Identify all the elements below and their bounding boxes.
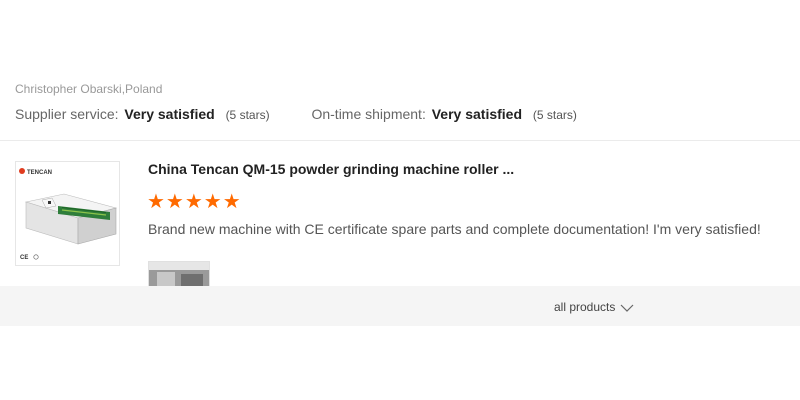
brand-logo-text: TENCAN: [27, 170, 52, 176]
star-rating: ★★★★★: [147, 191, 242, 213]
product-title-link[interactable]: China Tencan QM-15 powder grinding machi…: [148, 161, 514, 177]
supplier-service-rating: Supplier service: Very satisfied (5 star…: [15, 106, 270, 122]
chevron-down-icon: [620, 304, 634, 312]
on-time-shipment-rating: On-time shipment: Very satisfied (5 star…: [311, 106, 576, 122]
footer-bar: [0, 286, 800, 326]
review-photo-thumbnail[interactable]: [148, 261, 210, 288]
ce-mark: CE: [20, 255, 28, 261]
rating-value: Very satisfied: [431, 106, 523, 122]
review-photo-image: [149, 262, 209, 288]
all-products-label: all products: [554, 300, 616, 314]
reviewer-name: Christopher Obarski,Poland: [15, 82, 163, 96]
all-products-button[interactable]: all products: [554, 300, 634, 314]
rating-stars-text: (5 stars): [225, 108, 270, 122]
product-thumbnail[interactable]: TENCAN CE: [15, 161, 120, 266]
divider: [0, 140, 800, 141]
grinding-machine-image: TENCAN CE: [16, 162, 119, 265]
rating-label: Supplier service:: [15, 106, 119, 122]
rating-label: On-time shipment:: [311, 106, 426, 122]
rating-stars-text: (5 stars): [532, 108, 577, 122]
review-comment: Brand new machine with CE certificate sp…: [148, 221, 761, 237]
ratings-row: Supplier service: Very satisfied (5 star…: [15, 106, 577, 122]
rating-value: Very satisfied: [124, 106, 215, 122]
